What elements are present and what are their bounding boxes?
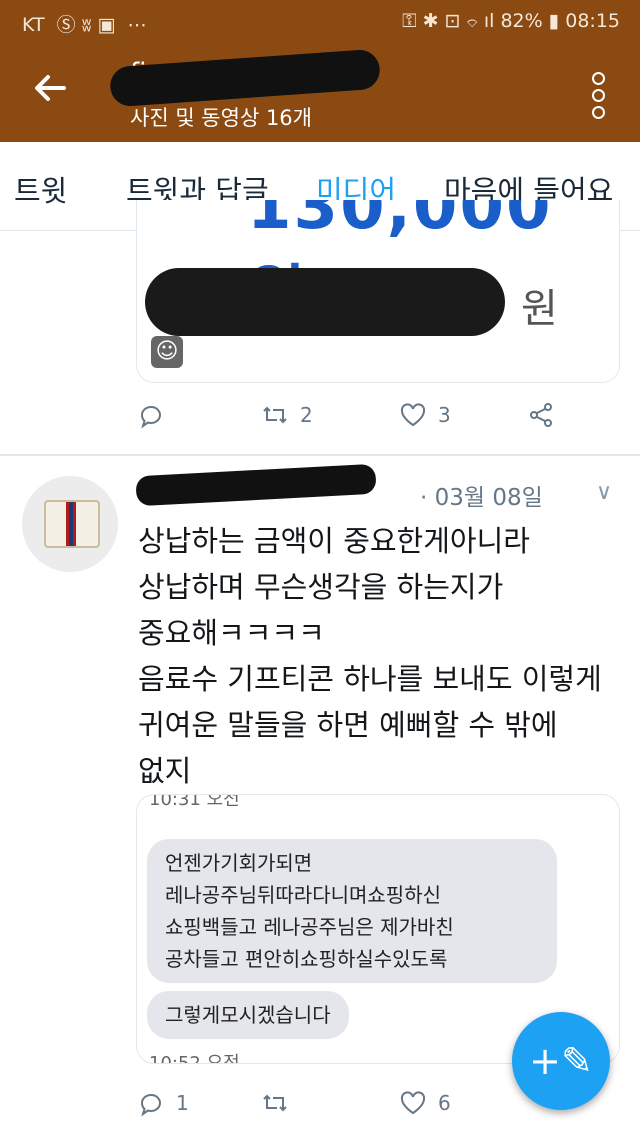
- back-arrow-icon[interactable]: [30, 68, 74, 112]
- tweet-line: 음료수 기프티콘 하나를 보내도 이렇게: [138, 662, 602, 696]
- heart-icon: [400, 1091, 426, 1115]
- chat-bubble: 언젠가기회가되면 레나공주님뒤따라다니며쇼핑하신 쇼핑백들고 레나공주님은 제가…: [147, 839, 557, 983]
- chat-bubble: 그렇게모시겠습니다: [147, 991, 349, 1039]
- chevron-down-icon[interactable]: ∨: [596, 480, 612, 505]
- retweet-count: 2: [300, 403, 313, 427]
- avatar[interactable]: [22, 476, 118, 572]
- more-options-icon[interactable]: [592, 72, 605, 123]
- bag-image: [44, 500, 100, 548]
- compose-tweet-button[interactable]: +✎: [512, 1012, 610, 1110]
- like-count: 3: [438, 403, 451, 427]
- reply-count: 1: [176, 1091, 189, 1115]
- status-right: ⚿ ✱ ⊡ ⌔ ıl 82% ▮ 08:15: [402, 10, 620, 32]
- tweet-line: 없지: [138, 754, 192, 788]
- tweet-line: 상납하며 무슨생각을 하는지가: [138, 570, 504, 604]
- won-label: 원: [521, 286, 558, 332]
- redacted-username: [135, 463, 377, 507]
- emoji-icon: ☺: [151, 336, 183, 368]
- retweet-icon: [263, 406, 287, 424]
- tweet-line: 중요해ㅋㅋㅋㅋ: [138, 616, 325, 650]
- carrier-label: KT Ⓢ ʬ ▣ ⋯: [22, 14, 147, 36]
- media-count: 사진 및 동영상 16개: [130, 106, 312, 130]
- reply-button[interactable]: 1: [136, 1088, 189, 1118]
- status-bar: KT Ⓢ ʬ ▣ ⋯ ⚿ ✱ ⊡ ⌔ ıl 82% ▮ 08:15: [0, 0, 640, 44]
- tweet-text: 상납하는 금액이 중요한게아니라 상납하며 무슨생각을 하는지가 중요해ㅋㅋㅋㅋ…: [138, 518, 628, 794]
- retweet-button[interactable]: [260, 1088, 290, 1118]
- reply-icon: [140, 405, 161, 429]
- like-button[interactable]: 3: [398, 400, 451, 430]
- compose-feather-icon: +✎: [529, 1039, 593, 1083]
- redacted-amount: [145, 268, 505, 336]
- share-icon: [530, 403, 552, 427]
- heart-icon: [400, 403, 426, 427]
- cut-timestamp: 10:31 오전: [149, 794, 240, 810]
- retweet-icon: [263, 1094, 287, 1112]
- tweet-date: · 03월 08일: [420, 485, 543, 511]
- tweet-actions: 2 3: [136, 400, 616, 440]
- tweet-line: 귀여운 말들을 하면 예뻐할 수 밖에: [138, 708, 558, 742]
- share-button[interactable]: [526, 400, 556, 430]
- tweet-divider: [0, 454, 640, 456]
- profile-app-bar: fi 사진 및 동영상 16개: [0, 44, 640, 142]
- tweet-line: 상납하는 금액이 중요한게아니라: [138, 524, 530, 558]
- reply-button[interactable]: [136, 400, 166, 430]
- like-count: 6: [438, 1091, 451, 1115]
- redacted-name: [108, 48, 382, 108]
- reply-icon: [140, 1093, 161, 1117]
- tab-tweets[interactable]: 트윗: [14, 168, 67, 210]
- tweet-media-card[interactable]: 130,000 원 원 ☺: [136, 200, 620, 383]
- cut-timestamp: 10:52 오전: [149, 1053, 240, 1064]
- retweet-button[interactable]: 2: [260, 400, 313, 430]
- like-button[interactable]: 6: [398, 1088, 451, 1118]
